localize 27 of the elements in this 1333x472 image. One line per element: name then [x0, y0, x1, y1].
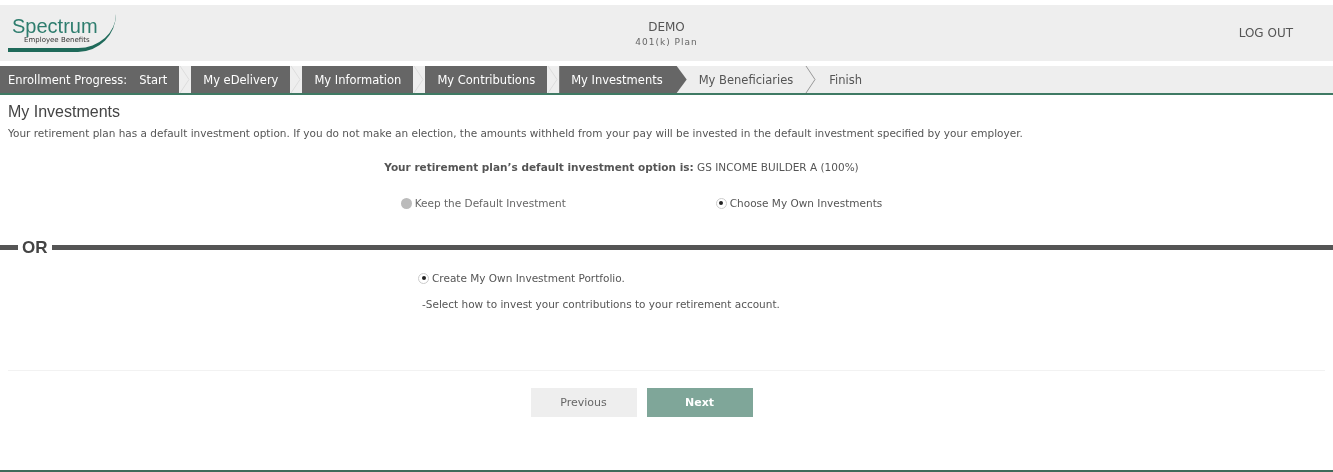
- intro-text: Your retirement plan has a default investment option. If you do not make an election, the amounts withheld from your pay will be invested in the default investment specified by your employer.: [8, 127, 1024, 139]
- radio-option[interactable]: Create My Own Investment Portfolio.: [418, 272, 1333, 284]
- progress-step: My eDelivery: [191, 66, 291, 93]
- chevron-icon: [413, 66, 426, 93]
- or-label: OR: [22, 239, 48, 256]
- chevron-icon: [290, 66, 303, 93]
- chevron-icon: [179, 66, 192, 93]
- chevron-icon: [805, 66, 818, 93]
- progress-step: My Investments: [559, 66, 687, 93]
- page-heading: My Investments: [8, 103, 122, 121]
- progress-step: Finish: [817, 66, 874, 93]
- progress-step: My Beneficiaries: [686, 66, 806, 93]
- progress-step: Start: [127, 66, 180, 93]
- logout-link[interactable]: LOG OUT: [1230, 20, 1325, 46]
- radio-button[interactable]: [418, 272, 429, 284]
- progress-step: My Contributions: [425, 66, 548, 93]
- previous-button[interactable]: Previous: [530, 388, 637, 417]
- plan-name: 401(k) Plan: [635, 36, 698, 47]
- progress-label: Enrollment Progress:: [0, 66, 128, 93]
- progress-step: My Information: [302, 66, 414, 93]
- chevron-icon: [547, 66, 560, 93]
- instruction-text: -Select how to invest your contributions to your retirement account.: [422, 298, 781, 310]
- radio-option[interactable]: Choose My Own Investments: [715, 197, 883, 209]
- logo-name: Spectrum: [12, 16, 98, 36]
- radio-button[interactable]: [715, 197, 727, 209]
- plan-sponsor: DEMO: [648, 19, 685, 34]
- default-investment-text: Your retirement plan’s default investment option is: GS INCOME BUILDER A (100%): [383, 161, 860, 173]
